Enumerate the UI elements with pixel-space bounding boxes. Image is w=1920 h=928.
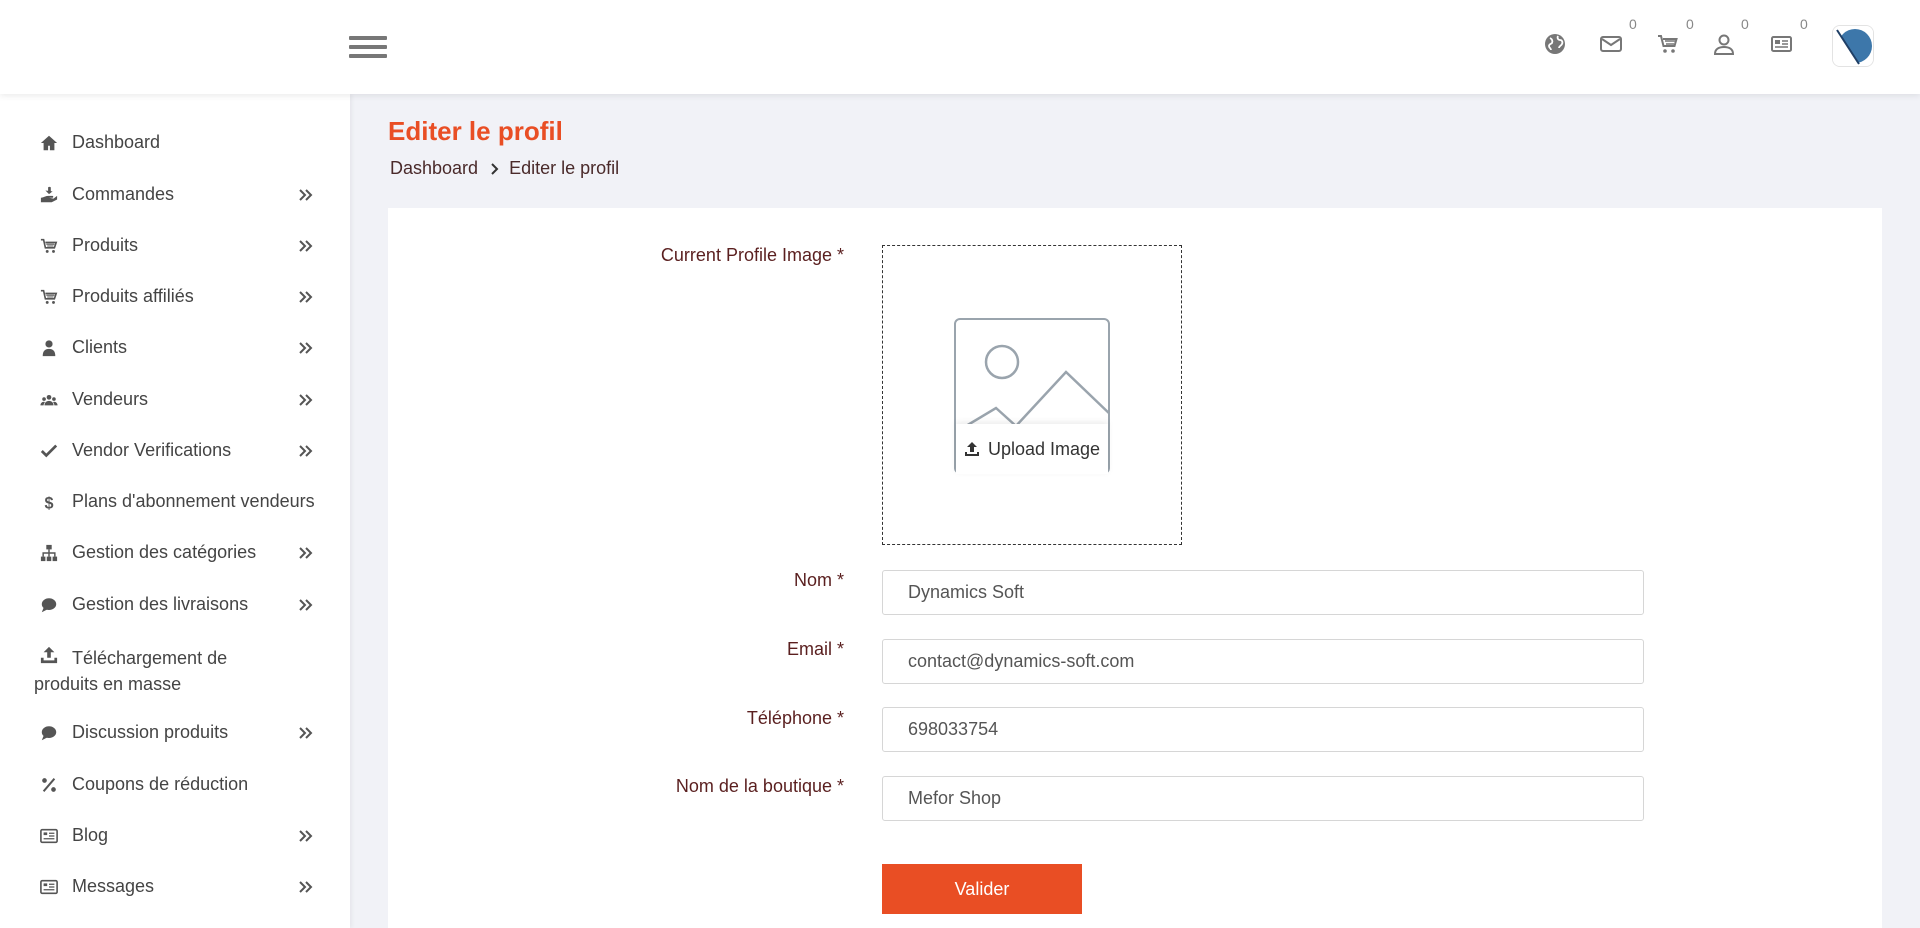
submit-button[interactable]: Valider (882, 864, 1082, 914)
sidebar-item-label: Messages (72, 876, 155, 896)
hand-holding-icon (38, 185, 60, 205)
sidebar-item-produits-affilies[interactable]: Produits affiliés (38, 286, 328, 307)
sidebar-item-plans-d-abonnement-vendeurs[interactable]: $ Plans d'abonnement vendeurs (38, 491, 328, 512)
sidebar-item-label: Discussion produits (72, 722, 229, 742)
breadcrumb-link-dashboard[interactable]: Dashboard (390, 158, 478, 179)
shop-name-field[interactable] (882, 776, 1644, 821)
sidebar-item-label: Plans d'abonnement vendeurs (72, 491, 315, 511)
user-icon (38, 338, 60, 358)
cart-icon[interactable] (1654, 30, 1682, 58)
sidebar-item-telechargement-de[interactable]: Téléchargement de produits en masse (34, 645, 328, 697)
newspaper-icon (38, 877, 60, 897)
sidebar-item-label: Gestion des livraisons (72, 594, 249, 614)
sidebar-item-label: Produits (72, 235, 139, 255)
upload-image-button[interactable]: Upload Image (956, 424, 1108, 474)
chevron-right-icon (490, 162, 500, 175)
sidebar-item-vendor-verifications[interactable]: Vendor Verifications (38, 440, 328, 461)
phone-field[interactable] (882, 707, 1644, 752)
chevron-double-right-icon (298, 597, 314, 613)
newspaper-icon[interactable] (1767, 30, 1795, 58)
sidebar-item-commandes[interactable]: Commandes (38, 184, 328, 205)
chevron-double-right-icon (298, 828, 314, 844)
chevron-double-right-icon (298, 187, 314, 203)
dollar-icon: $ (38, 492, 60, 512)
upload-icon (38, 645, 60, 665)
sidebar-item-produits[interactable]: Produits (38, 235, 328, 256)
sidebar-item-label-line2: produits en masse (34, 674, 182, 694)
page-title: Editer le profil (388, 116, 563, 146)
sidebar-item-gestion-des-livraisons[interactable]: Gestion des livraisons (38, 594, 328, 615)
chevron-double-right-icon (298, 725, 314, 741)
upload-icon (964, 442, 979, 456)
upload-image-label: Upload Image (987, 438, 1101, 459)
chevron-double-right-icon (298, 879, 314, 895)
breadcrumb: Dashboard Editer le profil (390, 158, 619, 179)
home-icon (38, 133, 60, 153)
newspaper-icon (38, 826, 60, 846)
chevron-double-right-icon (298, 289, 314, 305)
sidebar-item-label: Gestion des catégories (72, 542, 257, 562)
sidebar-item-gestion-des-categories[interactable]: Gestion des catégories (38, 542, 328, 563)
avatar[interactable] (1832, 25, 1874, 67)
check-icon (38, 441, 60, 461)
sidebar-item-blog[interactable]: Blog (38, 825, 328, 846)
sidebar-item-label: Vendeurs (72, 389, 149, 409)
email-field[interactable] (882, 639, 1644, 684)
comment-icon (38, 723, 60, 743)
sidebar-item-label: Coupons de réduction (72, 774, 249, 794)
name-field[interactable] (882, 570, 1644, 615)
chevron-double-right-icon (298, 443, 314, 459)
sidebar-item-label: Clients (72, 337, 128, 357)
sidebar-item-label: Commandes (72, 184, 175, 204)
mail-count-badge: 0 (1629, 16, 1637, 32)
profile-image-label: Current Profile Image * (660, 245, 844, 265)
users-icon (38, 390, 60, 410)
cart-icon (38, 236, 60, 256)
sidebar-item-discussion-produits[interactable]: Discussion produits (38, 722, 328, 743)
chevron-double-right-icon (298, 340, 314, 356)
user-icon[interactable] (1710, 30, 1738, 58)
sidebar-item-label: Vendor Verifications (72, 440, 232, 460)
email-label: Email * (786, 639, 844, 659)
chevron-double-right-icon (298, 545, 314, 561)
top-header: 0 0 0 0 (0, 0, 1920, 94)
globe-icon[interactable] (1541, 30, 1569, 58)
sidebar-item-coupons-de-reduction[interactable]: Coupons de réduction (38, 774, 328, 795)
sidebar-item-label: Téléchargement de (72, 648, 228, 668)
phone-label: Téléphone * (746, 708, 844, 728)
chevron-double-right-icon (298, 238, 314, 254)
name-label: Nom * (793, 570, 844, 590)
shop-name-label: Nom de la boutique * (675, 776, 844, 796)
menu-toggle-icon[interactable] (349, 36, 387, 62)
cart-icon (38, 287, 60, 307)
breadcrumb-current: Editer le profil (509, 158, 620, 178)
sidebar-item-messages[interactable]: Messages (38, 876, 328, 897)
sidebar-item-label: Produits affiliés (72, 286, 194, 306)
comment-icon (38, 595, 60, 615)
percent-icon (38, 775, 60, 795)
user-count-badge: 0 (1741, 16, 1749, 32)
sidebar-item-clients[interactable]: Clients (38, 337, 328, 358)
sitemap-icon (38, 543, 60, 563)
sidebar-item-vendeurs[interactable]: Vendeurs (38, 389, 328, 410)
news-count-badge: 0 (1800, 16, 1808, 32)
sidebar-item-label: Blog (72, 825, 109, 845)
sidebar-item-dashboard[interactable]: Dashboard (38, 132, 328, 153)
svg-text:$: $ (45, 494, 54, 511)
mail-icon[interactable] (1597, 30, 1625, 58)
cart-count-badge: 0 (1686, 16, 1694, 32)
chevron-double-right-icon (298, 392, 314, 408)
sidebar-item-label: Dashboard (72, 132, 161, 152)
